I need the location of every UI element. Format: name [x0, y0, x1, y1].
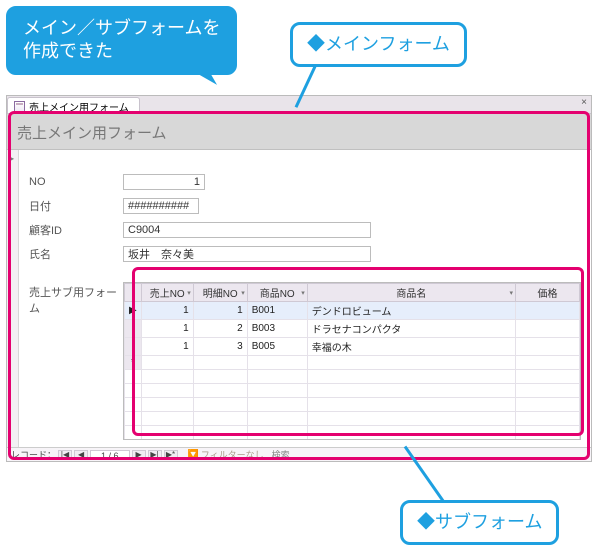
cell[interactable] [516, 320, 580, 338]
nav-label: レコード： [11, 448, 56, 461]
col-price-label: 価格 [538, 289, 558, 300]
cell[interactable]: B005 [247, 338, 307, 356]
subform-area: 売上サブ用フォーム 売上NO▾ 明細NO▾ 商品NO▾ 商品名▾ 価格 [29, 282, 581, 440]
col-product-name[interactable]: 商品名 ▾ [307, 284, 515, 302]
callout-created-text: メイン／サブフォームを 作成できた [23, 18, 220, 61]
chevron-down-icon[interactable]: ▾ [509, 289, 513, 297]
callout-mainform-text: ◆メインフォーム [307, 34, 450, 54]
filter-icon[interactable]: 🔽 [188, 449, 199, 460]
cell[interactable]: B001 [247, 302, 307, 320]
cell[interactable]: 1 [141, 338, 193, 356]
cell[interactable] [516, 356, 580, 370]
field-date: 日付 [29, 196, 581, 216]
new-row-icon[interactable] [125, 356, 142, 370]
table-row-new[interactable] [125, 356, 580, 370]
form-body: NO 日付 顧客ID 氏名 売上サブ用フォーム 売上NO▾ [7, 150, 591, 447]
cell[interactable]: 2 [193, 320, 247, 338]
field-customer: 顧客ID [29, 220, 581, 240]
cell[interactable] [141, 356, 193, 370]
cell[interactable]: B003 [247, 320, 307, 338]
close-icon[interactable]: × [581, 97, 587, 108]
chevron-down-icon[interactable]: ▾ [187, 289, 191, 297]
col-sales-no[interactable]: 売上NO▾ [141, 284, 193, 302]
nav-prev-button[interactable]: ◀ [74, 450, 88, 460]
callout-mainform: ◆メインフォーム [290, 22, 467, 67]
cell[interactable] [516, 302, 580, 320]
nav-filter-label: フィルターなし [201, 448, 264, 461]
cell[interactable] [193, 356, 247, 370]
input-no[interactable] [123, 174, 205, 190]
table-row[interactable]: 1 2 B003 ドラセナコンパクタ [125, 320, 580, 338]
label-date: 日付 [29, 198, 123, 214]
col-product-no[interactable]: 商品NO ▾ [247, 284, 307, 302]
chevron-down-icon[interactable]: ▾ [301, 289, 305, 297]
datasheet: 売上NO▾ 明細NO▾ 商品NO▾ 商品名▾ 価格 ▶ 1 1 B001 [124, 283, 580, 440]
callout-subform: ◆サブフォーム [400, 500, 559, 545]
form-title: 売上メイン用フォーム [17, 125, 167, 142]
cell[interactable]: デンドロビューム [307, 302, 515, 320]
cell[interactable] [307, 356, 515, 370]
row-selector-icon[interactable] [125, 320, 142, 338]
record-navigator: レコード： |◀ ◀ 1 / 6 ▶ ▶| ▶* 🔽 フィルターなし 検索 [7, 447, 591, 461]
cell[interactable] [247, 356, 307, 370]
subform[interactable]: 売上NO▾ 明細NO▾ 商品NO▾ 商品名▾ 価格 ▶ 1 1 B001 [123, 282, 581, 440]
form-header: 売上メイン用フォーム [7, 114, 591, 150]
col-sales-no-label: 売上NO [150, 289, 185, 300]
label-no: NO [29, 176, 123, 188]
cell[interactable]: 1 [193, 302, 247, 320]
cell[interactable] [516, 338, 580, 356]
record-selector[interactable] [7, 150, 19, 447]
cell[interactable]: ドラセナコンパクタ [307, 320, 515, 338]
col-price[interactable]: 価格 [516, 284, 580, 302]
nav-counter[interactable]: 1 / 6 [90, 450, 130, 460]
label-customer: 顧客ID [29, 222, 123, 238]
col-detail-no[interactable]: 明細NO▾ [193, 284, 247, 302]
cell[interactable]: 3 [193, 338, 247, 356]
nav-next-button[interactable]: ▶ [132, 450, 146, 460]
col-product-no-label: 商品NO [260, 289, 295, 300]
nav-search-label[interactable]: 検索 [272, 448, 290, 461]
input-customer[interactable] [123, 222, 371, 238]
access-window: 売上メイン用フォーム × 売上メイン用フォーム NO 日付 顧客ID 氏名 売上… [6, 95, 592, 462]
field-no: NO [29, 172, 581, 192]
cell[interactable]: 1 [141, 302, 193, 320]
field-name: 氏名 [29, 244, 581, 264]
col-rowselector[interactable] [125, 284, 142, 302]
chevron-down-icon[interactable]: ▾ [241, 289, 245, 297]
col-product-name-label: 商品名 [396, 289, 426, 300]
input-date[interactable] [123, 198, 199, 214]
row-selector-icon[interactable] [125, 338, 142, 356]
nav-last-button[interactable]: ▶| [148, 450, 162, 460]
table-row[interactable]: ▶ 1 1 B001 デンドロビューム [125, 302, 580, 320]
form-tab[interactable]: 売上メイン用フォーム [7, 97, 140, 113]
input-name[interactable] [123, 246, 371, 262]
label-name: 氏名 [29, 246, 123, 262]
callout-created: メイン／サブフォームを 作成できた [6, 6, 237, 75]
row-selector-icon[interactable]: ▶ [125, 302, 142, 320]
cell[interactable]: 1 [141, 320, 193, 338]
col-detail-no-label: 明細NO [203, 289, 238, 300]
table-row[interactable]: 1 3 B005 幸福の木 [125, 338, 580, 356]
nav-new-button[interactable]: ▶* [164, 450, 178, 460]
form-icon [14, 101, 25, 112]
cell[interactable]: 幸福の木 [307, 338, 515, 356]
nav-first-button[interactable]: |◀ [58, 450, 72, 460]
form-tab-label: 売上メイン用フォーム [29, 99, 129, 114]
subform-label: 売上サブ用フォーム [29, 282, 123, 440]
callout-subform-text: ◆サブフォーム [417, 512, 542, 532]
